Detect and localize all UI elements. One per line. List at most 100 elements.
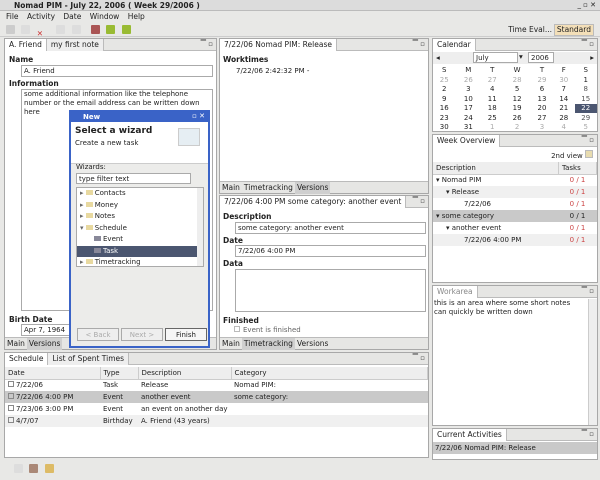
calendar-day[interactable]: 4 [553,123,575,133]
calendar-day[interactable]: 28 [503,75,531,85]
calendar-day[interactable]: 11 [481,94,503,104]
column-category[interactable]: Category [231,367,428,380]
tree-item[interactable]: ▸ Timetracking [77,257,203,266]
tab-main[interactable]: Main [220,338,242,350]
table-row[interactable]: 4/7/07 Birthday A. Friend (43 years) [5,415,428,427]
tree-row[interactable]: ▾ Nomad PIM 0 / 1 [433,174,597,186]
filter-input[interactable]: type filter text [76,173,191,184]
next-month-icon[interactable]: ▸ [590,53,594,62]
tab-timetracking[interactable]: Timetracking [241,338,295,350]
tab-current-activities[interactable]: Current Activities [433,429,507,441]
calendar-day[interactable]: 26 [455,75,481,85]
menu-file[interactable]: File [6,12,19,21]
tab-versions[interactable]: Versions [294,182,331,194]
prev-month-icon[interactable]: ◂ [436,53,440,62]
tree-item[interactable]: Task [77,245,203,257]
tab-versions[interactable]: Versions [295,338,331,350]
tree-row[interactable]: 7/22/06 0 / 1 [433,198,597,210]
calendar-day[interactable]: 23 [433,113,455,123]
calendar-day[interactable]: 21 [553,104,575,114]
perspective-standard[interactable]: Standard [553,24,594,36]
calendar-day[interactable]: 10 [455,94,481,104]
tab-event[interactable]: 7/22/06 4:00 PM some category: another e… [220,196,407,208]
second-view-button[interactable]: 2nd view [551,150,593,160]
calendar-day[interactable]: 8 [575,85,597,95]
minimize-maximize-icon[interactable]: ▔ ▫ [201,40,213,48]
calendar-day[interactable]: 17 [455,104,481,114]
minimize-maximize-icon[interactable]: ▔ ▫ [413,354,425,362]
calendar-day[interactable]: 24 [455,113,481,123]
tree-row[interactable]: ▾ another event 0 / 1 [433,222,597,234]
minimize-maximize-icon[interactable]: ▔ ▫ [413,40,425,48]
calendar-day[interactable]: 26 [503,113,531,123]
scrollbar[interactable] [588,299,597,425]
menu-activity[interactable]: Activity [27,12,55,21]
column-description[interactable]: Description [138,367,232,380]
tab-versions[interactable]: Versions [26,338,63,350]
paste-icon[interactable] [71,25,81,34]
calendar-day[interactable]: 28 [553,113,575,123]
menu-date[interactable]: Date [63,12,81,21]
calendar-day[interactable]: 2 [433,85,455,95]
tab-main[interactable]: Main [220,182,242,194]
copy-icon[interactable] [56,25,66,34]
minimize-maximize-icon[interactable]: ▔ ▫ [582,136,594,144]
status-icon[interactable] [44,464,54,473]
calendar-day[interactable]: 19 [503,104,531,114]
tab-week-overview[interactable]: Week Overview [433,135,501,147]
name-field[interactable]: A. Friend [21,65,213,77]
calendar-day[interactable]: 29 [575,113,597,123]
tab-release[interactable]: 7/22/06 Nomad PIM: Release [220,39,337,51]
calendar-day[interactable]: 3 [531,123,553,133]
tab-calendar[interactable]: Calendar [433,39,476,51]
worktime-entry[interactable]: 7/22/06 2:42:32 PM - [236,67,309,75]
calendar-day[interactable]: 27 [481,75,503,85]
home-icon[interactable] [90,25,100,34]
tree-row[interactable]: 7/22/06 4:00 PM 0 / 1 [433,234,597,246]
calendar-day[interactable]: 30 [553,75,575,85]
window-controls[interactable]: _ ▫ ✕ [577,1,596,9]
calendar-day[interactable]: 18 [481,104,503,114]
calendar-day[interactable]: 29 [531,75,553,85]
column-tasks[interactable]: Tasks [558,162,597,175]
back-arrow-icon[interactable] [106,25,116,34]
calendar-day[interactable]: 25 [433,75,455,85]
calendar-day[interactable]: 12 [503,94,531,104]
new-icon[interactable] [6,25,15,34]
save-icon[interactable] [21,25,31,34]
menu-help[interactable]: Help [128,12,145,21]
calendar-day[interactable]: 3 [455,85,481,95]
calendar-day[interactable]: 16 [433,104,455,114]
tab-a-friend[interactable]: A. Friend [5,39,47,51]
tab-spent-times[interactable]: List of Spent Times [48,353,130,365]
month-dropdown-icon[interactable]: ▾ [519,52,523,61]
calendar-day[interactable]: 22 [574,103,597,113]
table-row[interactable]: 7/22/06 4:00 PM Event another event some ca… [5,391,428,403]
fast-view-icon[interactable] [14,464,23,473]
tab-timetracking[interactable]: Timetracking [242,182,295,194]
calendar-day[interactable]: 14 [553,94,575,104]
next-button[interactable]: Next > [121,328,163,341]
calendar-day[interactable]: 4 [481,85,503,95]
calendar-day[interactable]: 1 [575,75,597,85]
minimize-maximize-icon[interactable]: ▔ ▫ [582,40,594,48]
tree-item[interactable]: ▸ Money [77,200,203,212]
event-finished-checkbox[interactable]: Event is finished [234,326,301,334]
calendar-day[interactable]: 5 [575,123,597,133]
finish-button[interactable]: Finish [165,328,207,341]
calendar-day[interactable]: 9 [433,94,455,104]
scrollbar[interactable] [197,188,203,266]
calendar-day[interactable]: 13 [531,94,553,104]
forward-arrow-icon[interactable] [121,25,131,34]
tab-schedule[interactable]: Schedule [5,353,49,365]
column-date[interactable]: Date [5,367,101,380]
calendar-day[interactable]: 25 [481,113,503,123]
tree-row[interactable]: ▾ Release 0 / 1 [433,186,597,198]
tab-my-first-note[interactable]: my first note [46,39,104,51]
tree-item[interactable]: ▾ Schedule [77,223,203,235]
calendar-day[interactable]: 2 [503,123,531,133]
back-button[interactable]: < Back [77,328,119,341]
tab-main[interactable]: Main [5,338,27,350]
data-textarea[interactable] [235,269,426,312]
column-type[interactable]: Type [100,367,139,380]
